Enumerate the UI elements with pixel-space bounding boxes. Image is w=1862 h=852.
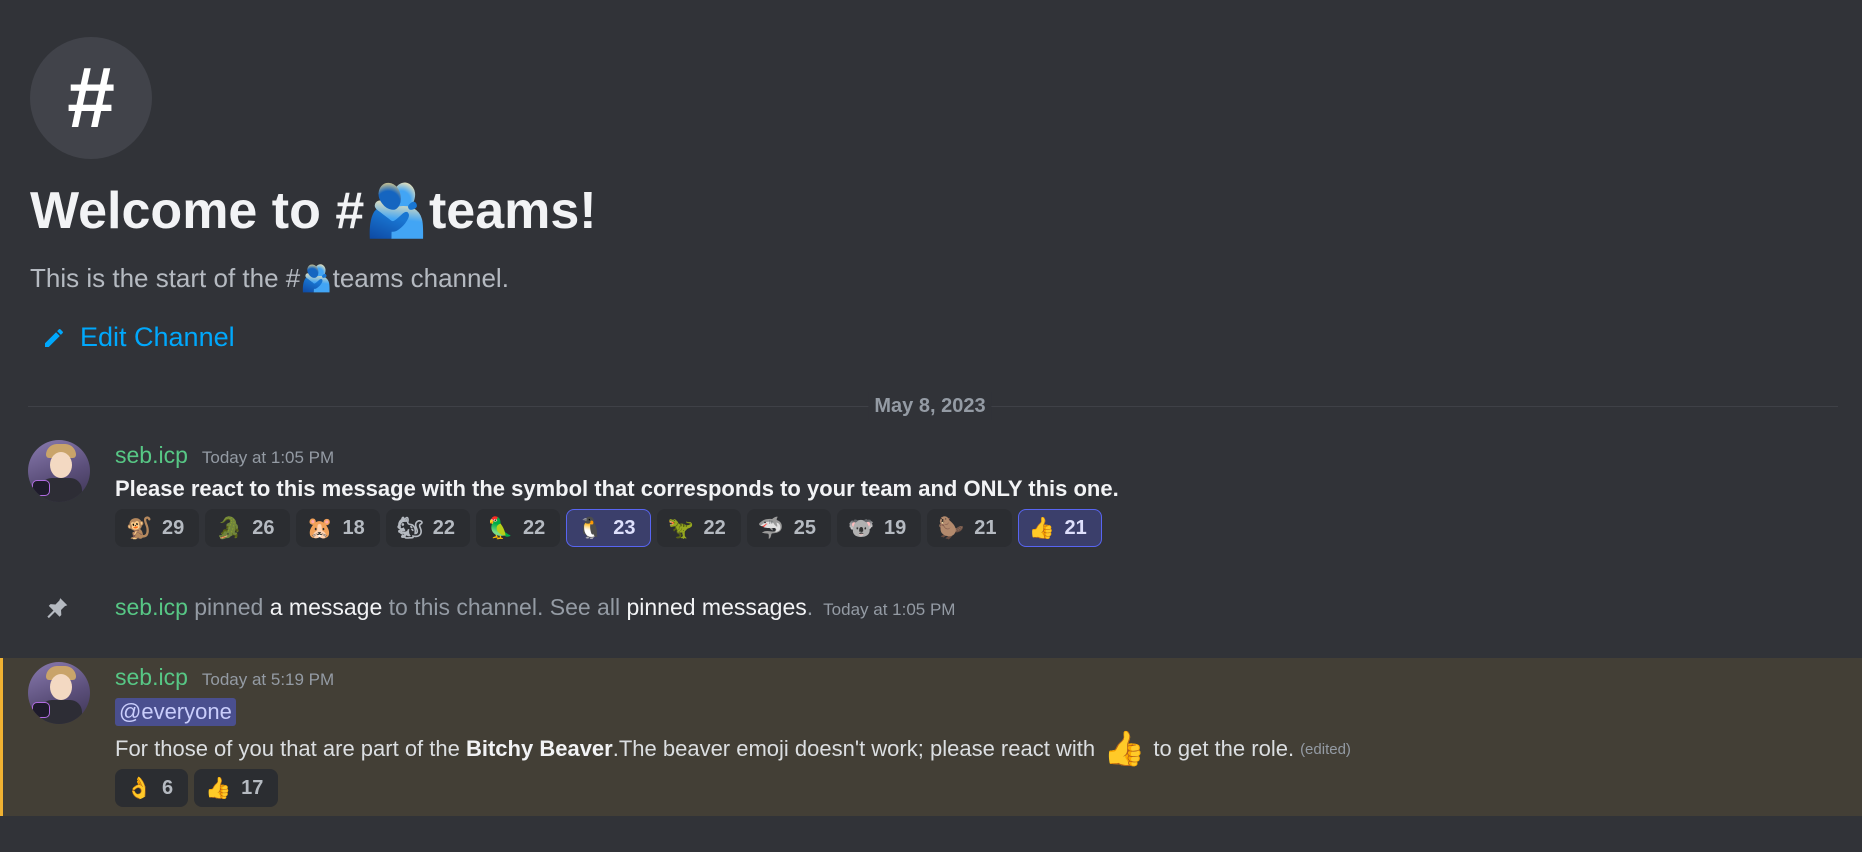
reaction-count: 23: [613, 516, 636, 539]
reaction-button[interactable]: 🦖 22: [656, 509, 741, 547]
reaction-emoji: 🐿: [396, 516, 424, 540]
reaction-button[interactable]: 🐧 23: [566, 509, 651, 547]
reaction-emoji: 🦈: [757, 516, 784, 540]
edited-label: (edited): [1300, 740, 1351, 758]
pinned-messages-link[interactable]: pinned messages: [626, 594, 806, 621]
reaction-count: 22: [703, 516, 726, 539]
reaction-button[interactable]: 🦈 25: [746, 509, 831, 547]
reaction-emoji: 🦜: [487, 516, 514, 540]
avatar[interactable]: [28, 440, 90, 502]
timestamp: Today at 1:05 PM: [201, 448, 335, 467]
reaction-button[interactable]: 🐹 18: [295, 509, 380, 547]
reaction-button[interactable]: 🦫 21: [927, 509, 1012, 547]
author-name[interactable]: seb.icp: [115, 594, 188, 621]
reaction-emoji: 🐧: [577, 516, 604, 540]
reaction-count: 26: [252, 516, 275, 539]
timestamp: Today at 5:19 PM: [201, 670, 335, 689]
reaction-count: 29: [162, 516, 185, 539]
reaction-button[interactable]: 🐨 19: [837, 509, 922, 547]
edit-channel-button[interactable]: Edit Channel: [42, 322, 235, 353]
reaction-bar: 👌 6 👍 17: [115, 769, 279, 807]
author-name[interactable]: seb.icp: [115, 442, 188, 469]
reaction-count: 6: [162, 776, 174, 799]
reaction-button[interactable]: 🐒 29: [115, 509, 200, 547]
pencil-icon: [45, 328, 63, 347]
author-name[interactable]: seb.icp: [115, 664, 188, 691]
reaction-count: 21: [974, 516, 997, 539]
reaction-button[interactable]: 🐊 26: [205, 509, 290, 547]
message-content: For those of you that are part of the Bi…: [115, 730, 1351, 768]
system-message-pinned: seb.icp pinned a message to this channel…: [0, 586, 1862, 630]
reaction-emoji: 🐨: [848, 516, 875, 540]
message-content: Please react to this message with the sy…: [115, 476, 1119, 501]
date-divider-label: May 8, 2023: [868, 392, 992, 420]
reaction-emoji: 🐊: [216, 516, 243, 540]
reaction-count: 18: [342, 516, 365, 539]
reaction-button[interactable]: 👍 17: [194, 769, 279, 807]
message-1[interactable]: seb.icp Today at 1:05 PM Please react to…: [0, 436, 1862, 558]
reaction-emoji: 🐹: [306, 516, 333, 540]
reaction-emoji: 👌: [126, 776, 153, 800]
channel-description: This is the start of the #🫂teams channel…: [30, 263, 509, 293]
reaction-count: 19: [884, 516, 907, 539]
thumbs-up-emoji: 👍: [1103, 730, 1146, 768]
everyone-mention[interactable]: @everyone: [115, 698, 236, 726]
reaction-count: 25: [793, 516, 816, 539]
avatar[interactable]: [28, 662, 90, 724]
edit-channel-label: Edit Channel: [80, 322, 235, 352]
welcome-title: Welcome to #🫂teams!: [30, 182, 597, 240]
reaction-count: 21: [1064, 516, 1087, 539]
reaction-button[interactable]: 🦜 22: [476, 509, 561, 547]
reaction-count: 22: [432, 516, 455, 539]
reaction-bar: 🐒 29 🐊 26 🐹 18 🐿 22 🦜 22 🐧 23 🦖 22 🦈 25 🐨 19 🦫 21 👍 21: [115, 509, 1102, 547]
message-3-mention-highlight[interactable]: seb.icp Today at 5:19 PM @everyone For t…: [0, 658, 1862, 816]
timestamp: Today at 1:05 PM: [823, 600, 956, 619]
reaction-emoji: 👍: [205, 776, 232, 800]
pin-icon: [47, 598, 68, 619]
pinned-message-link[interactable]: a message: [270, 594, 383, 621]
reaction-count: 17: [241, 776, 264, 799]
message-header: seb.icp Today at 5:19 PM: [115, 664, 334, 691]
message-header: seb.icp Today at 1:05 PM: [115, 442, 334, 469]
reaction-emoji: 🐒: [126, 516, 153, 540]
reaction-emoji: 👍: [1028, 516, 1055, 540]
reaction-button[interactable]: 👍 21: [1017, 509, 1102, 547]
channel-hash-icon: #: [30, 37, 152, 159]
reaction-button[interactable]: 👌 6: [115, 769, 189, 807]
reaction-count: 22: [523, 516, 546, 539]
reaction-emoji: 🦖: [667, 516, 694, 540]
reaction-button[interactable]: 🐿 22: [385, 509, 470, 547]
reaction-emoji: 🦫: [938, 516, 965, 540]
system-message-text: seb.icp pinned a message to this channel…: [115, 594, 956, 621]
